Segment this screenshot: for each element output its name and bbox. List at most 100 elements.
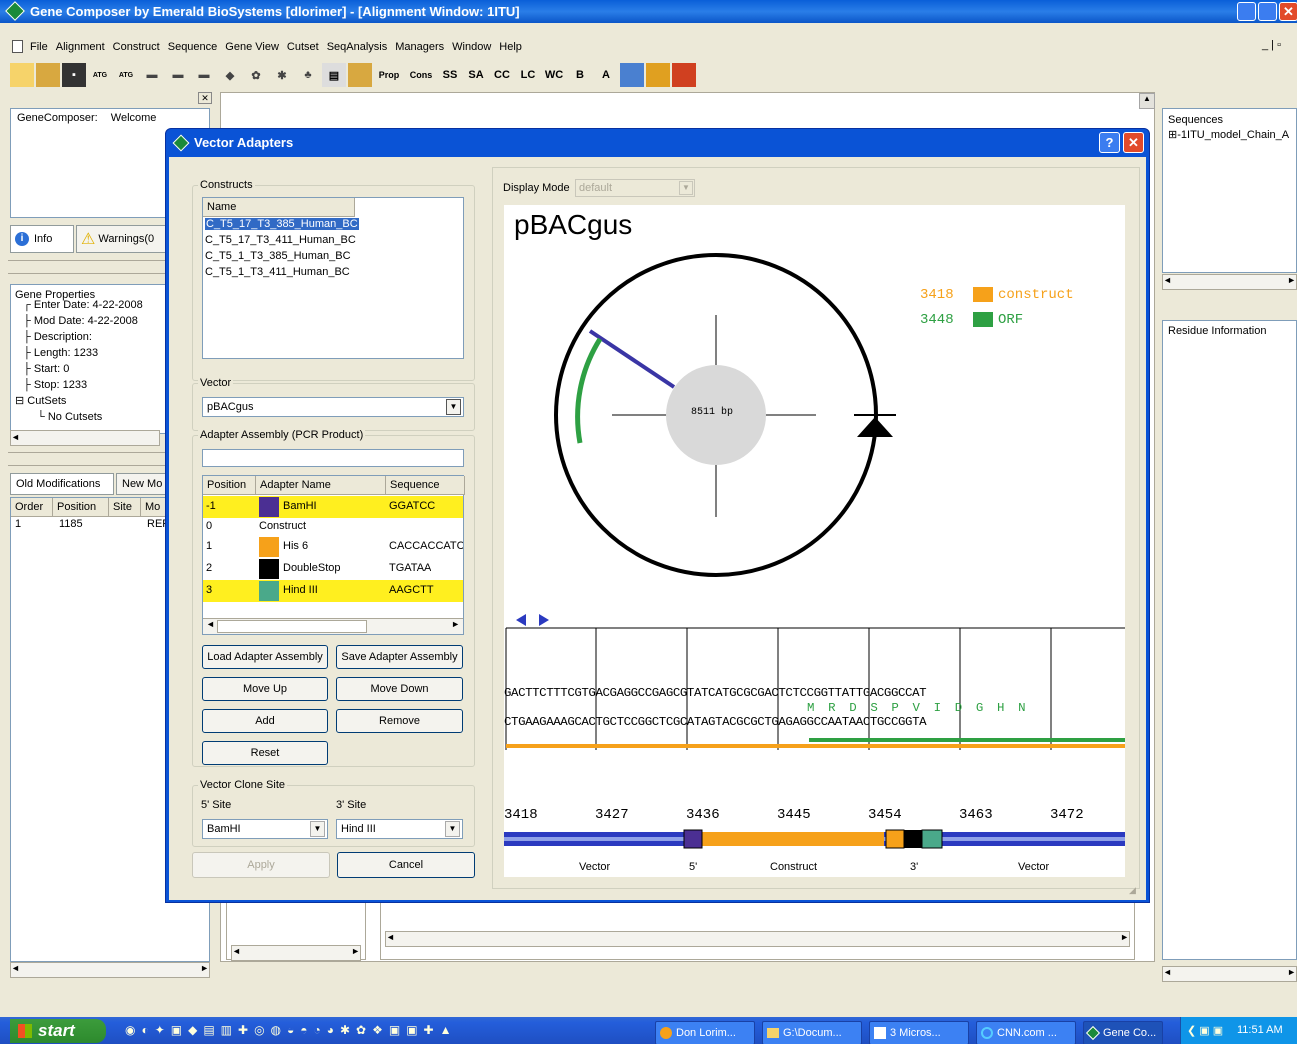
mod-order[interactable]: 1 — [15, 518, 21, 530]
seq-hscroll[interactable]: ◄ ► — [1162, 274, 1297, 290]
five-site-select[interactable]: BamHI ▼ — [202, 819, 328, 839]
menu-cutset[interactable]: Cutset — [287, 41, 319, 53]
residue-hscroll[interactable]: ◄ ► — [1162, 966, 1297, 982]
assembly-row-construct[interactable]: 0 Construct — [203, 518, 463, 536]
menu-gene-view[interactable]: Gene View — [225, 41, 279, 53]
menu-window[interactable]: Window — [452, 41, 491, 53]
task-cnn[interactable]: CNN.com ... — [976, 1021, 1076, 1044]
apply-button[interactable]: Apply — [192, 852, 330, 878]
menu-help[interactable]: Help — [499, 41, 522, 53]
gene-icon-4[interactable]: ◆ — [218, 63, 242, 87]
name-column-header[interactable]: Name — [203, 198, 355, 217]
expand-icon[interactable]: ⊞ — [1168, 129, 1177, 141]
tool-icon-2[interactable] — [646, 63, 670, 87]
a-button[interactable]: A — [594, 63, 618, 87]
move-down-button[interactable]: Move Down — [336, 677, 463, 701]
menu-sequence[interactable]: Sequence — [168, 41, 218, 53]
assembly-row-bamhi[interactable]: -1 BamHI GGATCC — [203, 496, 463, 518]
col-order[interactable]: Order — [11, 498, 53, 517]
resize-grip-icon[interactable]: ◢ — [1129, 885, 1141, 897]
edit2-icon[interactable] — [348, 63, 372, 87]
chevron-down-icon[interactable]: ▼ — [679, 181, 693, 195]
hscroll-left[interactable]: ◄ ► — [231, 945, 361, 961]
task-gene-composer[interactable]: Gene Co... — [1083, 1021, 1163, 1044]
task-microsoft[interactable]: 3 Micros... — [869, 1021, 969, 1044]
lc-button[interactable]: LC — [516, 63, 540, 87]
add-button[interactable]: Add — [202, 709, 328, 733]
construct-item-4[interactable]: C_T5_1_T3_411_Human_BC — [205, 266, 350, 278]
chevron-down-icon[interactable]: ▼ — [310, 821, 325, 837]
save-adapter-assembly-button[interactable]: Save Adapter Assembly — [336, 645, 463, 669]
doc-icon[interactable]: ▤ — [322, 63, 346, 87]
tab-old-modifications[interactable]: Old Modifications — [10, 473, 114, 495]
atg2-icon[interactable]: ATG — [114, 63, 138, 87]
gene-props-hscroll[interactable]: ◄ — [10, 430, 160, 446]
col-mo[interactable]: Mo — [141, 498, 167, 517]
move-up-button[interactable]: Move Up — [202, 677, 328, 701]
restore-button[interactable] — [1258, 2, 1277, 21]
alignment-vscroll[interactable]: ▲ — [1139, 93, 1155, 109]
menu-seqanalysis[interactable]: SeqAnalysis — [327, 41, 388, 53]
assembly-row-hindiii[interactable]: 3 Hind III AAGCTT — [203, 580, 463, 602]
cons-button[interactable]: Cons — [406, 63, 436, 87]
sequence-item[interactable]: ⊞-1ITU_model_Chain_A — [1168, 128, 1291, 143]
col-site[interactable]: Site — [109, 498, 141, 517]
mdi-controls[interactable]: _ | ▫ — [1262, 39, 1294, 55]
gene-icon-7[interactable]: ♣ — [296, 63, 320, 87]
task-documents[interactable]: G:\Docum... — [762, 1021, 862, 1044]
dialog-close-button[interactable]: ✕ — [1123, 132, 1144, 153]
tool-icon-3[interactable] — [672, 63, 696, 87]
gene-icon-6[interactable]: ✱ — [270, 63, 294, 87]
display-mode-select[interactable]: default ▼ — [575, 179, 695, 197]
assembly-hscroll[interactable]: ◄ ► — [203, 618, 463, 634]
tab-info[interactable]: i Info — [10, 225, 74, 253]
menu-file[interactable]: File — [30, 41, 48, 53]
remove-button[interactable]: Remove — [336, 709, 463, 733]
tool-icon-1[interactable] — [620, 63, 644, 87]
col-adapter-name-header[interactable]: Adapter Name — [256, 476, 386, 495]
load-adapter-assembly-button[interactable]: Load Adapter Assembly — [202, 645, 328, 669]
save-icon[interactable]: ▪ — [62, 63, 86, 87]
mod-position[interactable]: 1185 — [59, 518, 83, 530]
tab-warnings[interactable]: ⚠ Warnings(0 — [76, 225, 172, 253]
atg-icon[interactable]: ATG — [88, 63, 112, 87]
chevron-down-icon[interactable]: ▼ — [445, 821, 460, 837]
assembly-row-his6[interactable]: 1 His 6 CACCACCATC — [203, 536, 463, 558]
gene-icon-5[interactable]: ✿ — [244, 63, 268, 87]
prop-button[interactable]: Prop — [374, 63, 404, 87]
open-icon[interactable] — [10, 63, 34, 87]
construct-item-3[interactable]: C_T5_1_T3_385_Human_BC — [205, 250, 351, 262]
collapse-icon[interactable]: ⊟ — [15, 395, 24, 407]
help-button[interactable]: ? — [1099, 132, 1120, 153]
menu-alignment[interactable]: Alignment — [56, 41, 105, 53]
three-site-select[interactable]: Hind III ▼ — [336, 819, 463, 839]
col-position[interactable]: Position — [53, 498, 109, 517]
col-position-header[interactable]: Position — [203, 476, 256, 495]
reset-button[interactable]: Reset — [202, 741, 328, 765]
hscroll-right[interactable]: ◄ ► — [385, 931, 1130, 947]
minimize-button[interactable] — [1237, 2, 1256, 21]
menu-construct[interactable]: Construct — [113, 41, 160, 53]
menu-managers[interactable]: Managers — [395, 41, 444, 53]
gene-icon-3[interactable]: ▬ — [192, 63, 216, 87]
start-button[interactable]: start — [10, 1019, 106, 1043]
cc-button[interactable]: CC — [490, 63, 514, 87]
sa-button[interactable]: SA — [464, 63, 488, 87]
col-sequence-header[interactable]: Sequence — [386, 476, 465, 495]
wc-button[interactable]: WC — [542, 63, 566, 87]
gene-icon-1[interactable]: ▬ — [140, 63, 164, 87]
construct-item-1[interactable]: C_T5_17_T3_385_Human_BC — [205, 218, 359, 230]
ss-button[interactable]: SS — [438, 63, 462, 87]
gene-icon-2[interactable]: ▬ — [166, 63, 190, 87]
assembly-product-field[interactable] — [202, 449, 464, 467]
mod-hscroll[interactable]: ◄ ► — [10, 962, 210, 978]
construct-item-2[interactable]: C_T5_17_T3_411_Human_BC — [205, 234, 356, 246]
vector-select[interactable]: pBACgus ▼ — [202, 397, 464, 417]
b-button[interactable]: B — [568, 63, 592, 87]
chevron-down-icon[interactable]: ▼ — [446, 399, 461, 415]
close-button[interactable]: ✕ — [1279, 2, 1297, 21]
cancel-button[interactable]: Cancel — [337, 852, 475, 878]
edit-icon[interactable] — [36, 63, 60, 87]
task-don-lorimer[interactable]: Don Lorim... — [655, 1021, 755, 1044]
assembly-row-doublestop[interactable]: 2 DoubleStop TGATAA — [203, 558, 463, 580]
